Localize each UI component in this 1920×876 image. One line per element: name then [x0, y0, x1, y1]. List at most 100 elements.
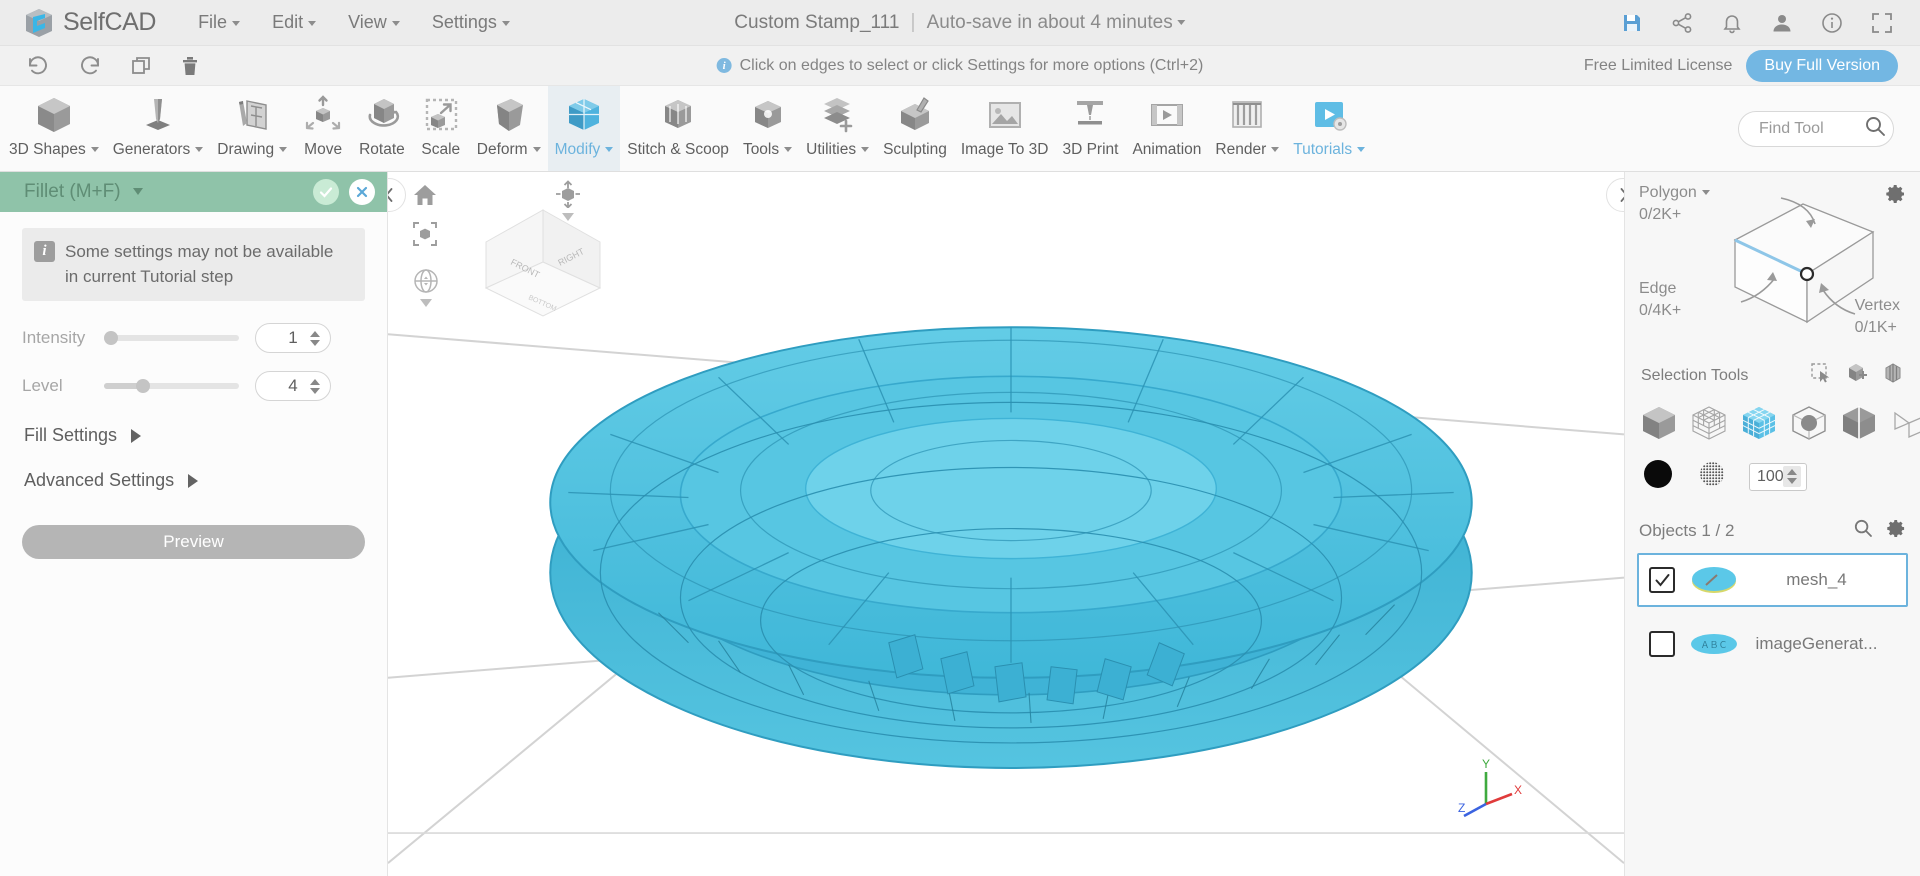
confirm-button[interactable]	[313, 179, 339, 205]
cancel-button[interactable]	[349, 179, 375, 205]
level-slider-knob[interactable]	[136, 379, 150, 394]
find-tool-search[interactable]	[1738, 110, 1894, 147]
viewport-3d[interactable]: FRONT RIGHT BOTTOM Y X Z	[388, 172, 1624, 876]
tools-icon	[746, 92, 790, 138]
ribbon-item-move[interactable]: Move	[294, 86, 352, 171]
stepper-up-icon[interactable]	[310, 330, 320, 337]
info-badge-icon: i	[34, 241, 55, 262]
document-name: Custom Stamp_111	[734, 11, 900, 33]
ribbon-label-drawing: Drawing	[217, 141, 288, 159]
select-face-icon[interactable]	[1839, 403, 1879, 443]
ribbon-item-drawing[interactable]: Drawing	[210, 86, 294, 171]
intensity-slider-knob[interactable]	[104, 331, 118, 346]
tool-panel-title-label: Fillet (M+F)	[24, 181, 121, 202]
advanced-settings-section[interactable]: Advanced Settings	[24, 470, 365, 491]
share-icon[interactable]	[1670, 11, 1694, 35]
save-icon[interactable]	[1620, 11, 1644, 35]
orbit-dropdown-icon[interactable]	[420, 299, 432, 307]
copy-icon[interactable]	[130, 55, 152, 77]
object-row-mesh_4[interactable]: mesh_4	[1637, 553, 1908, 607]
select-wireframe-icon[interactable]	[1689, 403, 1729, 443]
tool-panel-header: Fillet (M+F)	[0, 172, 387, 212]
search-icon[interactable]	[1863, 114, 1887, 143]
brush-solid-icon[interactable]	[1641, 457, 1675, 496]
select-sphere-icon[interactable]	[1789, 403, 1829, 443]
brush-soft-icon[interactable]	[1697, 459, 1727, 494]
ribbon-item-image-to-3d[interactable]: Image To 3D	[954, 86, 1056, 171]
view-cube[interactable]: FRONT RIGHT BOTTOM	[478, 200, 608, 320]
chevron-down-icon	[90, 147, 99, 153]
menu-item-view[interactable]: View	[332, 6, 416, 39]
brush-size-input[interactable]: 100	[1749, 462, 1807, 491]
undo-icon[interactable]	[26, 55, 50, 77]
ribbon-item-modify[interactable]: Modify	[547, 86, 621, 171]
perspective-dropdown-icon[interactable]	[562, 213, 574, 221]
perspective-icon[interactable]	[554, 180, 582, 208]
ribbon-item-tutorials[interactable]: Tutorials	[1286, 86, 1372, 171]
buy-full-version-button[interactable]: Buy Full Version	[1746, 49, 1898, 82]
fullscreen-icon[interactable]	[1870, 11, 1894, 35]
fill-settings-label: Fill Settings	[24, 425, 118, 446]
orbit-icon[interactable]	[412, 267, 440, 295]
gear-icon[interactable]	[1887, 519, 1906, 543]
stepper-down-icon[interactable]	[310, 339, 320, 346]
ribbon-label-3d-print: 3D Print	[1062, 141, 1119, 158]
home-icon[interactable]	[412, 182, 438, 208]
ribbon-item-3d-shapes[interactable]: 3D Shapes	[2, 86, 106, 171]
menu-item-edit[interactable]: Edit	[256, 6, 332, 39]
axis-gizmo[interactable]: Y X Z	[1458, 754, 1528, 824]
ribbon-item-rotate[interactable]: Rotate	[352, 86, 412, 171]
level-number-box[interactable]: 4	[255, 371, 331, 402]
stepper-down-icon[interactable]	[1787, 478, 1797, 484]
ribbon-item-sculpting[interactable]: Sculpting	[876, 86, 954, 171]
intensity-slider[interactable]	[104, 331, 239, 346]
object-checkbox-imageGenerator[interactable]	[1649, 631, 1675, 657]
find-tool-input[interactable]	[1759, 119, 1851, 138]
ribbon-item-deform[interactable]: Deform	[470, 86, 548, 171]
document-title-group: Custom Stamp_111 | Auto-save in about 4 …	[734, 11, 1186, 34]
zoom-to-fit-icon[interactable]	[412, 221, 438, 247]
brand-name: SelfCAD	[63, 8, 157, 36]
level-stepper[interactable]	[310, 378, 320, 394]
object-checkbox-mesh_4[interactable]	[1649, 567, 1675, 593]
menu-item-settings[interactable]: Settings	[416, 6, 526, 39]
loop-select-icon[interactable]	[1882, 362, 1904, 389]
intensity-stepper[interactable]	[310, 330, 320, 346]
ribbon-item-scale[interactable]: Scale	[412, 86, 470, 171]
ribbon-item-animation[interactable]: Animation	[1125, 86, 1208, 171]
chevron-down-icon	[391, 20, 400, 26]
preview-button[interactable]: Preview	[22, 525, 365, 560]
intensity-number-box[interactable]: 1	[255, 323, 331, 354]
stepper-up-icon[interactable]	[1787, 469, 1797, 475]
info-icon[interactable]	[1820, 11, 1844, 35]
user-icon[interactable]	[1770, 11, 1794, 35]
redo-icon[interactable]	[78, 55, 102, 77]
select-object-icon[interactable]	[1639, 403, 1679, 443]
edge-count[interactable]: Edge 0/4K+	[1639, 280, 1681, 320]
trash-icon[interactable]	[180, 55, 200, 77]
ribbon-item-generators[interactable]: Generators	[106, 86, 211, 171]
ribbon-item-3d-print[interactable]: 3D Print	[1055, 86, 1125, 171]
select-polygon-icon[interactable]	[1739, 403, 1779, 443]
search-icon[interactable]	[1853, 518, 1873, 543]
brand[interactable]: SelfCAD	[0, 6, 156, 40]
chevron-down-icon	[1271, 147, 1280, 153]
ribbon-item-render[interactable]: Render	[1208, 86, 1286, 171]
autosave-status[interactable]: Auto-save in about 4 minutes	[927, 12, 1186, 34]
menu-item-file[interactable]: File	[182, 6, 256, 39]
ribbon-item-utilities[interactable]: Utilities	[799, 86, 876, 171]
select-plane-icon[interactable]	[1889, 403, 1920, 443]
fill-settings-section[interactable]: Fill Settings	[24, 425, 365, 446]
bell-icon[interactable]	[1720, 11, 1744, 35]
stepper-up-icon[interactable]	[310, 378, 320, 385]
level-slider[interactable]	[104, 379, 239, 394]
add-select-icon[interactable]	[1846, 362, 1868, 389]
rect-select-icon[interactable]	[1810, 362, 1832, 389]
brush-size-stepper[interactable]	[1783, 466, 1801, 487]
ribbon-item-tools[interactable]: Tools	[736, 86, 799, 171]
tool-panel-title[interactable]: Fillet (M+F)	[24, 181, 143, 203]
triangle-right-icon	[131, 428, 142, 443]
stepper-down-icon[interactable]	[310, 387, 320, 394]
object-row-imageGenerator[interactable]: ＡＢＣ imageGenerat...	[1637, 617, 1908, 671]
ribbon-item-stitch-scoop[interactable]: Stitch & Scoop	[620, 86, 736, 171]
